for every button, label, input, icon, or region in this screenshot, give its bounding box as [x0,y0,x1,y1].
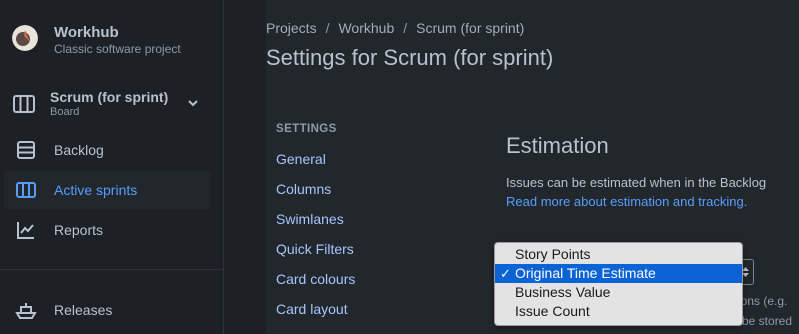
project-header[interactable]: Workhub Classic software project [12,24,181,57]
chevron-down-icon[interactable] [186,96,200,110]
breadcrumb-board[interactable]: Scrum (for sprint) [416,20,524,36]
settings-link-swimlanes[interactable]: Swimlanes [276,211,344,227]
sidebar-item-backlog[interactable]: Backlog [4,131,210,169]
ship-icon [15,303,37,319]
breadcrumb-projects[interactable]: Projects [266,20,317,36]
board-type: Board [50,106,80,118]
dropdown-option-story-points[interactable]: Story Points [495,245,742,264]
settings-nav-heading: SETTINGS [276,123,337,135]
sidebar-item-active-sprints[interactable]: Active sprints [4,171,210,209]
project-name: Workhub [54,24,119,41]
estimation-help-link[interactable]: Read more about estimation and tracking. [506,194,747,209]
dropdown-option-business-value[interactable]: Business Value [495,283,742,302]
sidebar-item-releases[interactable]: Releases [4,291,210,329]
settings-link-card-colours[interactable]: Card colours [276,271,355,287]
settings-link-card-layout[interactable]: Card layout [276,301,348,317]
sidebar-divider [0,269,224,270]
settings-link-columns[interactable]: Columns [276,181,331,197]
sidebar: Workhub Classic software project Scrum (… [0,0,224,334]
breadcrumb-separator: / [403,20,408,36]
board-switcher[interactable]: Scrum (for sprint) Board [12,88,212,124]
page-title: Settings for Scrum (for sprint) [266,45,554,70]
settings-link-general[interactable]: General [276,151,326,167]
project-type: Classic software project [54,42,181,56]
estimation-title: Estimation [506,133,609,158]
main-content: Projects / Workhub / Scrum (for sprint) Sett… [224,0,799,334]
sidebar-item-label: Active sprints [54,182,138,198]
backlog-icon [17,141,35,159]
chart-line-icon [17,222,34,239]
sidebar-item-reports[interactable]: Reports [4,211,210,249]
estimation-help-text: ions (e.g. [738,294,788,308]
project-avatar-icon [12,25,38,51]
estimation-help-text-2: be stored [742,314,793,328]
breadcrumb-workhub[interactable]: Workhub [338,20,394,36]
sidebar-item-label: Backlog [54,142,104,158]
estimation-dropdown-menu: Story Points ✓ Original Time Estimate Bus… [494,242,743,326]
estimation-description: Issues can be estimated when in the Back… [506,175,767,190]
checkmark-icon: ✓ [500,266,511,281]
breadcrumb-separator: / [325,20,330,36]
sidebar-item-label: Reports [54,222,104,238]
board-icon [13,95,35,113]
breadcrumb: Projects / Workhub / Scrum (for sprint) [266,20,524,36]
columns-board-icon [16,182,36,198]
settings-link-quick-filters[interactable]: Quick Filters [276,241,354,257]
board-name: Scrum (for sprint) [50,89,169,105]
sidebar-item-label: Releases [54,302,113,318]
dropdown-option-issue-count[interactable]: Issue Count [495,302,742,321]
dropdown-option-original-time-estimate[interactable]: ✓ Original Time Estimate [495,264,742,283]
